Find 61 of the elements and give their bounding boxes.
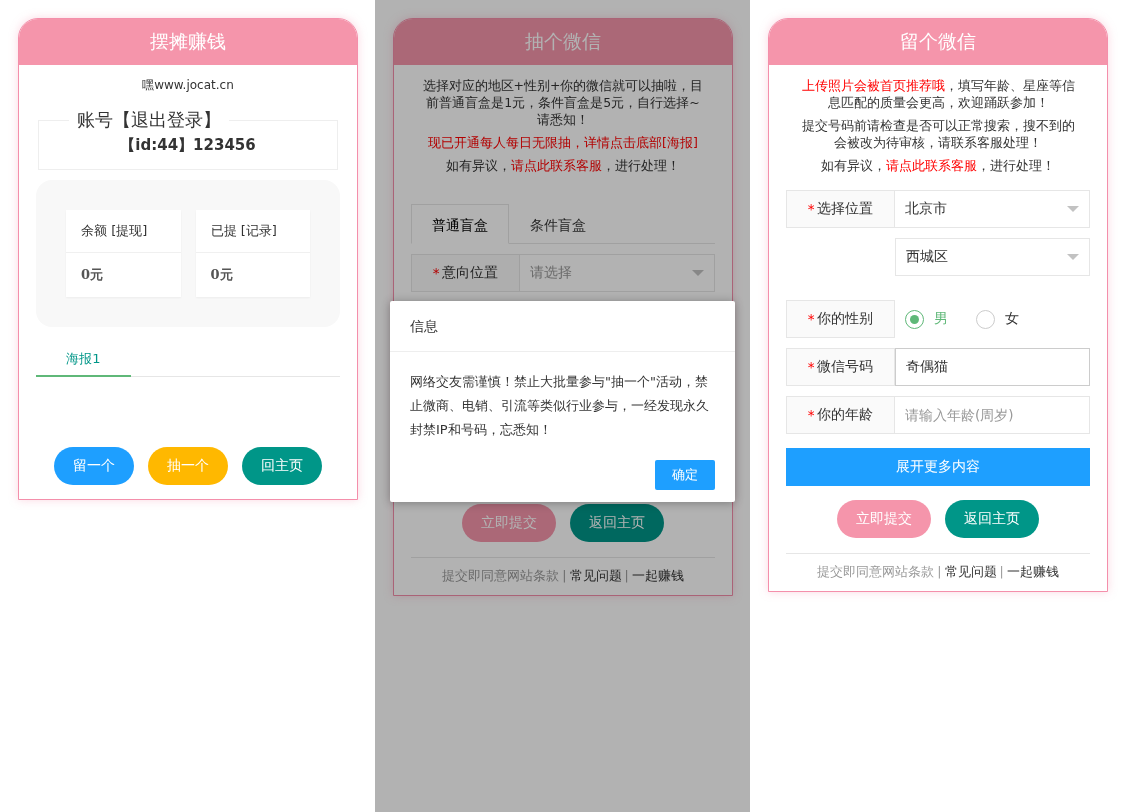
required-mark: * xyxy=(807,359,815,375)
contact-link[interactable]: 请点此联系客服 xyxy=(511,158,602,173)
stat-value: 0元 xyxy=(80,266,105,284)
footer-link[interactable]: 常见问题 xyxy=(944,564,997,581)
box-tab[interactable]: 条件盲盒 xyxy=(509,204,607,244)
input-field[interactable]: 请输入年龄(周岁) xyxy=(895,396,1090,434)
dialog-message: 网络交友需谨慎！禁止大批量参与"抽一个"活动，禁止微商、电销、引流等类似行业参与，一经发现永久封禁IP和号码，忘悉知！ xyxy=(409,373,710,439)
confirm-button[interactable]: 确定 xyxy=(655,460,715,490)
field-label: 你的年龄 xyxy=(817,406,874,424)
footer-link[interactable]: 一起赚钱 xyxy=(631,568,684,585)
select-field[interactable]: 请选择 xyxy=(520,254,715,292)
stat-value: 0元 xyxy=(209,266,234,284)
input-field[interactable]: 奇偶猫 xyxy=(895,348,1090,386)
notice-text: 如有异议，请点此联系客服，进行处理！ xyxy=(820,157,1056,174)
field-label: 你的性别 xyxy=(817,310,874,328)
contact-link[interactable]: 请点此联系客服 xyxy=(886,158,977,173)
field-label: 微信号码 xyxy=(817,358,874,376)
select-field[interactable]: 西城区 xyxy=(895,238,1090,276)
stat-label: 余额 [提现] xyxy=(66,210,181,253)
required-mark: * xyxy=(807,407,815,423)
action-button[interactable]: 留一个 xyxy=(54,447,134,485)
box-tab[interactable]: 普通盲盒 xyxy=(411,204,509,244)
dropdown-caret-icon xyxy=(692,270,704,276)
stat-label: 已提 [记录] xyxy=(195,210,310,253)
radio-option[interactable]: 女 xyxy=(976,309,1019,329)
separator-text: | xyxy=(562,568,567,585)
notice-text: 现已开通每人每日无限抽，详情点击底部[海报] xyxy=(427,134,699,151)
footer-link[interactable]: 提交即同意网站条款 xyxy=(817,564,935,581)
action-button[interactable]: 回主页 xyxy=(242,447,322,485)
action-button[interactable]: 立即提交 xyxy=(837,500,931,538)
required-mark: * xyxy=(432,265,440,281)
notice-text: 上传照片会被首页推荐哦，填写年龄、星座等信息匹配的质量会更高，欢迎踊跃参加！ xyxy=(800,77,1076,111)
required-mark: * xyxy=(807,201,815,217)
dropdown-caret-icon xyxy=(1067,206,1079,212)
action-button[interactable]: 立即提交 xyxy=(462,504,556,542)
poster-tab[interactable]: 海报1 xyxy=(36,343,131,377)
action-button[interactable]: 返回主页 xyxy=(570,504,664,542)
field-label: 选择位置 xyxy=(817,200,874,218)
separator-text: | xyxy=(999,564,1004,581)
select-field[interactable]: 北京市 xyxy=(895,190,1090,228)
required-mark: * xyxy=(807,311,815,327)
footer-link[interactable]: 常见问题 xyxy=(569,568,622,585)
notice-text: 如有异议，请点此联系客服，进行处理！ xyxy=(445,157,681,174)
site-text: 嘿www.jocat.cn xyxy=(141,77,235,94)
footer-link[interactable]: 提交即同意网站条款 xyxy=(442,568,560,585)
dropdown-caret-icon xyxy=(1067,254,1079,260)
separator-text: | xyxy=(937,564,942,581)
notice-text: 提交号码前请检查是否可以正常搜索，搜不到的会被改为待审核，请联系客服处理！ xyxy=(800,117,1076,151)
footer-link[interactable]: 一起赚钱 xyxy=(1006,564,1059,581)
expand-button[interactable]: 展开更多内容 xyxy=(786,448,1090,486)
account-legend: 账号【退出登录】 xyxy=(69,108,229,132)
panel-title: 留个微信 xyxy=(769,19,1107,65)
panel-title: 抽个微信 xyxy=(394,19,732,65)
field-label: 意向位置 xyxy=(442,264,499,282)
panel-title: 摆摊赚钱 xyxy=(19,19,357,65)
notice-text: 选择对应的地区+性别+你的微信就可以抽啦，目前普通盲盒是1元，条件盲盒是5元，自行选择~请悉知！ xyxy=(421,77,705,128)
action-button[interactable]: 返回主页 xyxy=(945,500,1039,538)
account-id-text: 【id:44】123456 xyxy=(119,136,257,155)
radio-option[interactable]: 男 xyxy=(905,309,948,329)
separator-text: | xyxy=(624,568,629,585)
dialog-title: 信息 xyxy=(390,301,735,352)
